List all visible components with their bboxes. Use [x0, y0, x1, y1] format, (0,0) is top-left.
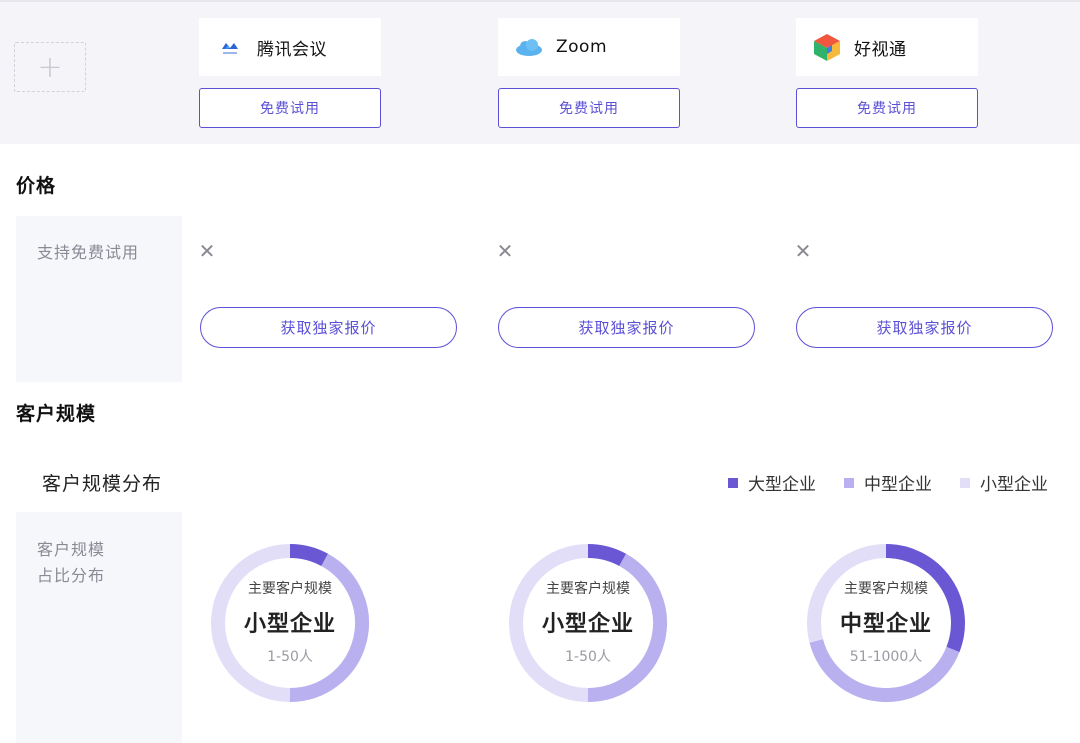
- legend-label: 中型企业: [864, 475, 932, 495]
- unsupported-x-icon: ✕: [496, 239, 514, 263]
- customer-scale-donut-1: 主要客户规模 小型企业 1-50人: [210, 543, 370, 703]
- customer-scale-donut-2: 主要客户规模 小型企业 1-50人: [508, 543, 668, 703]
- product-card[interactable]: 腾讯会议: [199, 18, 381, 76]
- donut-caption: 主要客户规模: [546, 581, 630, 597]
- donut-main-value: 小型企业: [541, 612, 634, 637]
- donut-main-value: 中型企业: [839, 612, 932, 637]
- donut-caption: 主要客户规模: [844, 581, 928, 597]
- tencent-meeting-logo-icon: [215, 32, 245, 62]
- donut-center: 主要客户规模 小型企业 1-50人: [210, 543, 370, 703]
- customer-scale-donut-3: 主要客户规模 中型企业 51-1000人: [806, 543, 966, 703]
- product-name: 腾讯会议: [257, 39, 327, 60]
- donut-center: 主要客户规模 小型企业 1-50人: [508, 543, 668, 703]
- product-header-bar: + 腾讯会议 免费试用 Zoom 免费试用 好视通 免费试用: [0, 0, 1080, 144]
- donut-caption: 主要客户规模: [248, 581, 332, 597]
- legend-item-large: 大型企业: [728, 470, 816, 495]
- customer-scale-section-title: 客户规模: [16, 403, 97, 425]
- chart-legend: 大型企业 中型企业 小型企业: [728, 470, 1048, 495]
- product-column-2: Zoom 免费试用: [498, 18, 680, 128]
- legend-label: 小型企业: [980, 475, 1048, 495]
- haoshitong-cube-logo-icon: [812, 32, 842, 62]
- customer-scale-row-label: 客户规模 占比分布: [37, 537, 105, 589]
- get-exclusive-quote-button[interactable]: 获取独家报价: [498, 307, 755, 348]
- product-column-3: 好视通 免费试用: [796, 18, 978, 128]
- plus-icon: +: [37, 49, 63, 85]
- product-card[interactable]: 好视通: [796, 18, 978, 76]
- free-trial-button[interactable]: 免费试用: [199, 88, 381, 128]
- donut-range: 51-1000人: [849, 649, 923, 665]
- legend-swatch: [960, 477, 970, 488]
- price-section-title: 价格: [16, 175, 57, 197]
- product-name: Zoom: [556, 37, 608, 57]
- unsupported-x-icon: ✕: [794, 239, 812, 263]
- product-name: 好视通: [854, 39, 907, 60]
- zoom-cloud-logo-icon: [514, 32, 544, 62]
- donut-center: 主要客户规模 中型企业 51-1000人: [806, 543, 966, 703]
- row-label-line: 客户规模: [37, 540, 106, 559]
- add-product-button[interactable]: +: [14, 42, 86, 92]
- product-column-1: 腾讯会议 免费试用: [199, 18, 381, 128]
- product-card[interactable]: Zoom: [498, 18, 680, 76]
- free-trial-button[interactable]: 免费试用: [796, 88, 978, 128]
- legend-label: 大型企业: [748, 475, 816, 495]
- donut-range: 1-50人: [267, 649, 313, 665]
- legend-swatch: [844, 477, 854, 488]
- row-label-line: 占比分布: [37, 566, 106, 585]
- legend-item-small: 小型企业: [960, 470, 1048, 495]
- customer-distribution-title: 客户规模分布: [42, 473, 163, 495]
- free-trial-button[interactable]: 免费试用: [498, 88, 680, 128]
- unsupported-x-icon: ✕: [198, 239, 216, 263]
- legend-item-medium: 中型企业: [844, 470, 932, 495]
- free-trial-row-label: 支持免费试用: [37, 243, 140, 262]
- get-exclusive-quote-button[interactable]: 获取独家报价: [200, 307, 457, 348]
- donut-range: 1-50人: [565, 649, 611, 665]
- legend-swatch: [728, 477, 738, 488]
- donut-main-value: 小型企业: [243, 612, 336, 637]
- get-exclusive-quote-button[interactable]: 获取独家报价: [796, 307, 1053, 348]
